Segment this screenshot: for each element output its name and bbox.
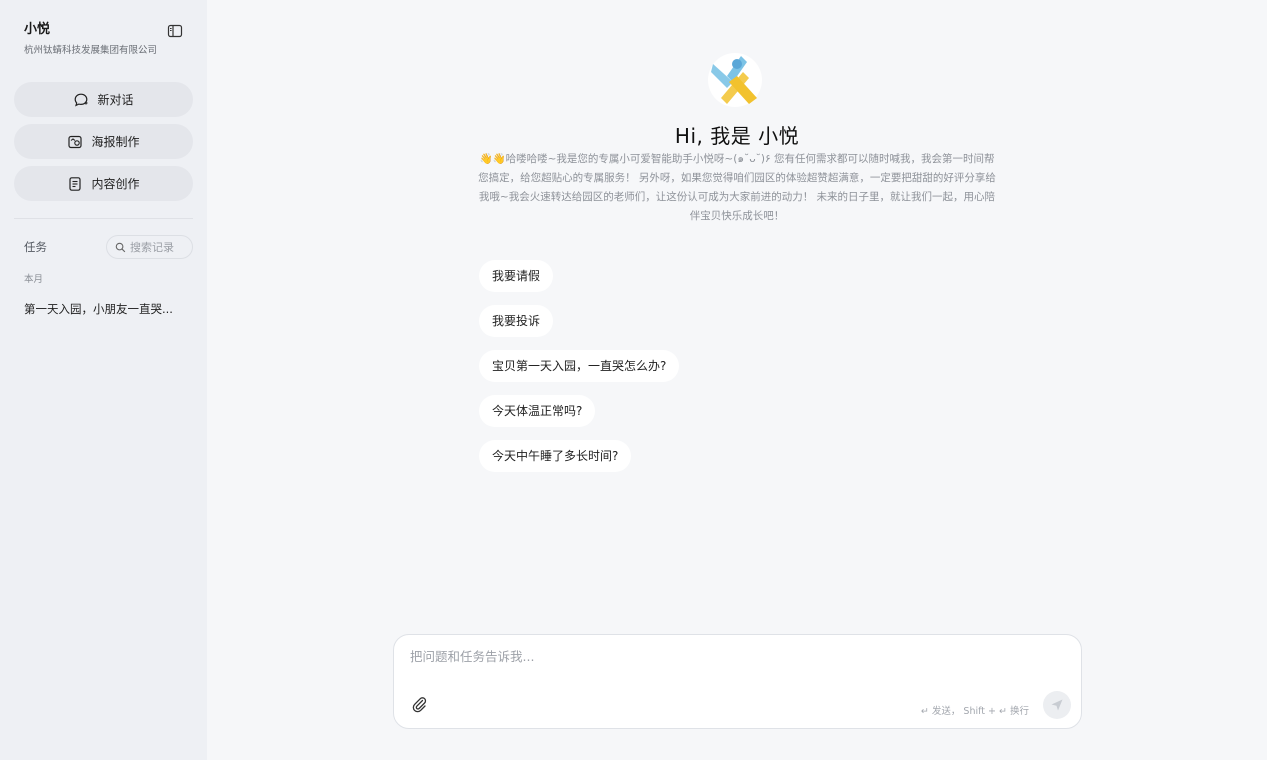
search-icon	[115, 242, 126, 252]
attachment-icon[interactable]	[410, 695, 428, 713]
main-panel: Hi, 我是 小悦 👋👋哈喽哈喽~我是您的专属小可爱智能助手小悦呀~(๑˘ᴗ˘)…	[207, 0, 1267, 760]
app-window: 小悦 杭州钛蜻科技发展集团有限公司 新对话 海报制作 内容创作 任务 搜索记录 …	[0, 0, 1267, 760]
assistant-logo-icon	[708, 53, 762, 107]
poster-icon	[68, 135, 83, 148]
poster-label: 海报制作	[91, 135, 140, 149]
keyboard-hint: ↵ 发送， Shift + ↵ 换行	[920, 706, 1029, 717]
suggestion-temperature[interactable]: 今天体温正常吗?	[479, 395, 596, 427]
greeting-description: 👋👋哈喽哈喽~我是您的专属小可爱智能助手小悦呀~(๑˘ᴗ˘)۶ 您有任何需求都可…	[478, 153, 996, 222]
new-chat-button[interactable]: 新对话	[14, 82, 193, 117]
sidebar-divider	[14, 218, 193, 219]
app-title: 小悦	[24, 22, 51, 37]
history-item[interactable]: 第一天入园，小朋友一直哭...	[24, 301, 193, 317]
new-chat-label: 新对话	[97, 93, 134, 107]
search-placeholder: 搜索记录	[130, 241, 174, 254]
sidebar: 小悦 杭州钛蜻科技发展集团有限公司 新对话 海报制作 内容创作 任务 搜索记录 …	[0, 0, 207, 760]
content-creation-button[interactable]: 内容创作	[14, 166, 193, 201]
chat-icon	[75, 93, 88, 107]
greeting-title: Hi, 我是 小悦	[674, 124, 800, 148]
message-composer: ↵ 发送， Shift + ↵ 换行	[393, 634, 1082, 729]
sidebar-toggle-icon[interactable]	[167, 23, 183, 39]
task-header: 任务 搜索记录	[14, 235, 193, 259]
message-input[interactable]	[410, 649, 1050, 664]
suggestion-leave[interactable]: 我要请假	[479, 260, 554, 292]
suggestion-complaint[interactable]: 我要投诉	[479, 305, 554, 337]
history-search-input[interactable]: 搜索记录	[106, 235, 193, 259]
tasks-label: 任务	[24, 240, 47, 254]
send-icon	[1051, 699, 1063, 711]
poster-button[interactable]: 海报制作	[14, 124, 193, 159]
send-button[interactable]	[1043, 691, 1071, 719]
suggestion-nap-time[interactable]: 今天中午睡了多长时间?	[479, 440, 632, 472]
suggestion-first-day-crying[interactable]: 宝贝第一天入园，一直哭怎么办?	[479, 350, 680, 382]
month-group-label: 本月	[24, 274, 44, 285]
brand-row: 小悦	[14, 20, 193, 40]
document-icon	[69, 176, 82, 191]
organization-name: 杭州钛蜻科技发展集团有限公司	[24, 45, 158, 56]
suggestion-list: 我要请假 我要投诉 宝贝第一天入园，一直哭怎么办? 今天体温正常吗? 今天中午睡…	[479, 260, 680, 485]
content-creation-label: 内容创作	[91, 177, 140, 191]
